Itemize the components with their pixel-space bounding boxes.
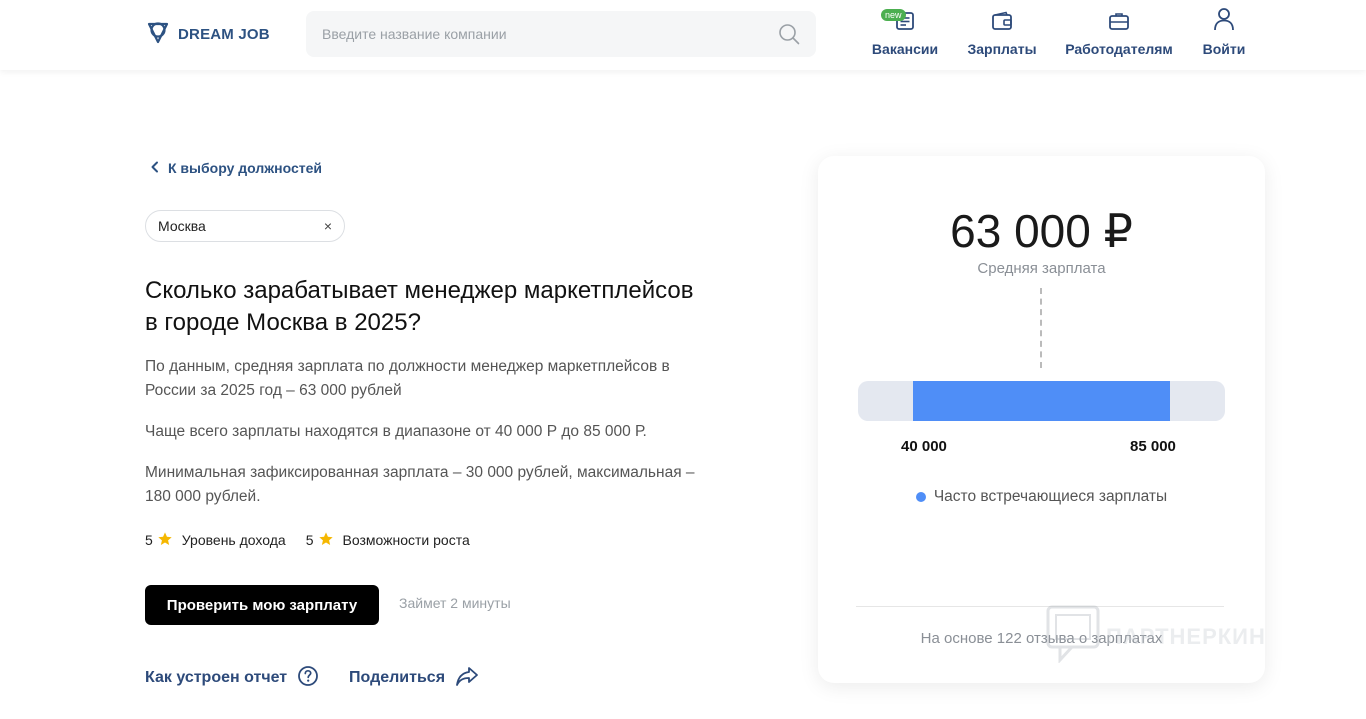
search-input[interactable] bbox=[306, 11, 766, 57]
card-divider bbox=[856, 606, 1224, 607]
search-box bbox=[306, 11, 816, 57]
logo-icon bbox=[145, 19, 171, 49]
cta-hint: Займет 2 минуты bbox=[399, 595, 511, 611]
question-icon bbox=[297, 665, 319, 692]
star-icon bbox=[318, 531, 334, 550]
range-high-label: 85 000 bbox=[1130, 438, 1176, 455]
rating-income: 5 Уровень дохода bbox=[145, 531, 286, 550]
briefcase-icon bbox=[1108, 11, 1130, 34]
logo-text: DREAM JOB bbox=[178, 25, 270, 43]
page-title: Сколько зарабатывает менеджер маркетплей… bbox=[145, 277, 694, 336]
rating-income-label: Уровень дохода bbox=[181, 532, 286, 548]
legend: Часто встречающиеся зарплаты bbox=[818, 488, 1265, 506]
site-header: DREAM JOB new Вакансии bbox=[0, 0, 1366, 70]
report-info-link[interactable]: Как устроен отчет bbox=[145, 665, 319, 692]
range-low-label: 40 000 bbox=[901, 438, 947, 455]
nav-login-label: Войти bbox=[1202, 41, 1246, 57]
summary-paragraph: По данным, средняя зарплата по должности… bbox=[145, 358, 670, 399]
range-paragraph: Чаще всего зарплаты находятся в диапазон… bbox=[145, 423, 647, 440]
share-link[interactable]: Поделиться bbox=[349, 666, 479, 690]
nav-employers[interactable]: Работодателям bbox=[1065, 8, 1173, 62]
rating-growth: 5 Возможности роста bbox=[306, 531, 470, 550]
nav-salaries[interactable]: Зарплаты bbox=[967, 8, 1037, 62]
chevron-left-icon bbox=[150, 160, 160, 176]
nav-login[interactable]: Войти bbox=[1203, 8, 1245, 62]
nav-salaries-label: Зарплаты bbox=[967, 41, 1037, 57]
back-link-label: К выбору должностей bbox=[168, 160, 323, 176]
city-filter-chip[interactable]: Москва × bbox=[145, 210, 345, 242]
legend-label: Часто встречающиеся зарплаты bbox=[933, 488, 1168, 505]
min-max-paragraph: Минимальная зафиксированная зарплата – 3… bbox=[145, 464, 695, 505]
average-salary-value: 63 000 ₽ bbox=[950, 205, 1133, 257]
rating-income-value: 5 bbox=[145, 532, 153, 548]
nav-vacancies[interactable]: new Вакансии bbox=[872, 8, 938, 62]
share-link-label: Поделиться bbox=[349, 669, 446, 686]
salary-card: 63 000 ₽ Средняя зарплата 40 000 85 000 … bbox=[818, 156, 1265, 683]
rating-growth-label: Возможности роста bbox=[342, 532, 470, 548]
average-salary-caption: Средняя зарплата bbox=[977, 260, 1106, 277]
share-icon bbox=[455, 665, 479, 692]
average-marker-line bbox=[1040, 288, 1042, 368]
star-icon bbox=[157, 531, 173, 550]
chat-bubble-icon bbox=[1046, 605, 1100, 669]
city-chip-label: Москва bbox=[158, 218, 206, 234]
legend-dot bbox=[915, 492, 926, 502]
back-to-positions-link[interactable]: К выбору должностей bbox=[150, 158, 322, 178]
salary-range-track bbox=[858, 381, 1225, 421]
close-icon[interactable]: × bbox=[324, 218, 332, 234]
report-link-label: Как устроен отчет bbox=[145, 669, 288, 686]
logo-link[interactable]: DREAM JOB bbox=[145, 20, 270, 48]
ratings: 5 Уровень дохода 5 Возможности роста bbox=[145, 530, 490, 550]
nav-vacancies-label: Вакансии bbox=[871, 41, 939, 57]
nav-employers-label: Работодателям bbox=[1065, 41, 1173, 57]
check-salary-button[interactable]: Проверить мою зарплату bbox=[145, 585, 379, 625]
rating-growth-value: 5 bbox=[305, 532, 314, 548]
watermark: ПАРТНЕРКИН bbox=[1046, 605, 1266, 669]
salary-range-fill bbox=[913, 381, 1170, 421]
wallet-icon bbox=[991, 11, 1013, 34]
new-badge: new bbox=[881, 9, 906, 21]
watermark-text: ПАРТНЕРКИН bbox=[1106, 624, 1266, 649]
search-icon[interactable] bbox=[778, 23, 800, 50]
user-icon bbox=[1213, 7, 1235, 34]
